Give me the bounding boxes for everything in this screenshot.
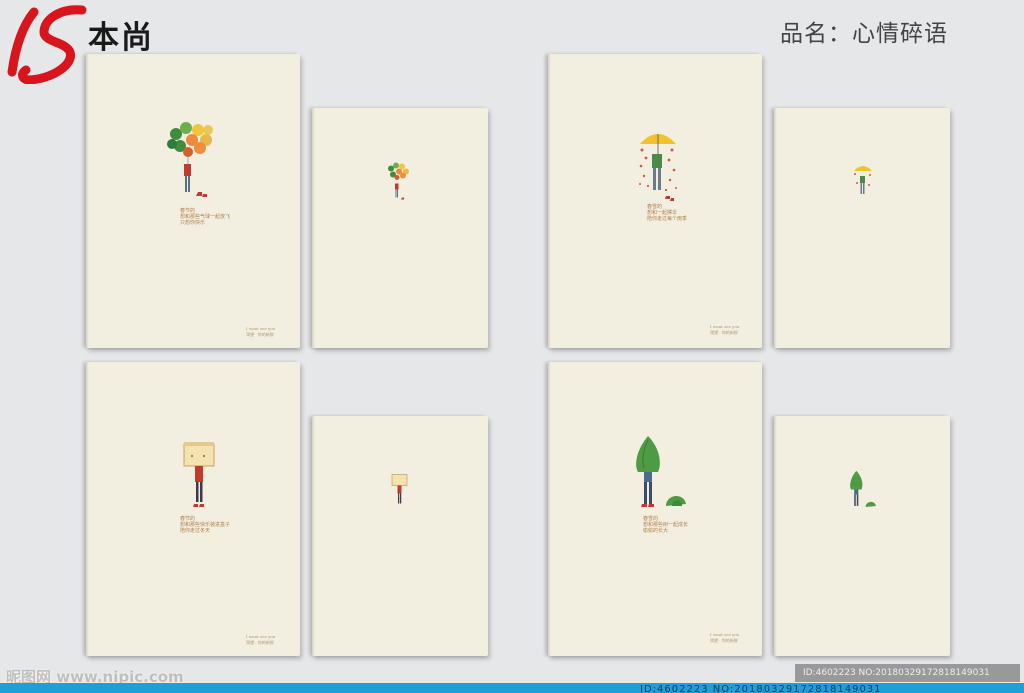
- caption-text: 春雪的 想和那些树一起成长 偷偷的长大: [643, 516, 689, 534]
- footer-text: I want see you 渴望 · 你的新鲜: [710, 632, 740, 643]
- caption-text: 春节的 想和那些快乐装进盒子 陪你走过冬天: [180, 516, 231, 534]
- notebook-umbrella-large: 春雪的 想和一起撑伞 陪你走过每个雨季 I want see you 渴望 · …: [548, 54, 762, 348]
- tree-boy-illustration: [850, 470, 876, 508]
- box-head-illustration: [183, 442, 215, 507]
- caption-text: 春雪的 想和一起撑伞 陪你走过每个雨季: [647, 204, 688, 222]
- notebook-box-small: [312, 416, 488, 656]
- footer-text: I want see you 渴望 · 你的新鲜: [246, 634, 276, 645]
- box-head-illustration: [391, 474, 408, 504]
- caption-text: 春节的 想和那些气球一起放飞 只想你快乐: [180, 208, 231, 226]
- umbrella-boy-illustration: [854, 166, 872, 194]
- notebook-box-large: 春节的 想和那些快乐装进盒子 陪你走过冬天 I want see you 渴望 …: [86, 362, 300, 656]
- notebook-balloons-large: 春节的 想和那些气球一起放飞 只想你快乐 I want see you 渴望 ·…: [86, 54, 300, 348]
- notebook-umbrella-small: [774, 108, 950, 348]
- balloon-girl-illustration: [388, 162, 409, 200]
- brand-name: 本尚: [88, 20, 154, 56]
- image-id-label: ID:4602223 NO:20180329172818149031: [795, 664, 1020, 682]
- balloon-girl-illustration: [167, 122, 213, 197]
- notebook-balloons-small: [312, 108, 488, 348]
- bottom-strip-text: ID:4602223 NO:20180329172818149031: [640, 684, 882, 693]
- footer-text: I want see you 渴望 · 你的新鲜: [246, 326, 276, 337]
- footer-text: I want see you 渴望 · 你的新鲜: [710, 324, 740, 335]
- tree-boy-illustration: [636, 436, 686, 507]
- notebook-tree-small: [774, 416, 950, 656]
- notebook-tree-large: 春雪的 想和那些树一起成长 偷偷的长大 I want see you 渴望 · …: [548, 362, 762, 656]
- product-name: 品名：心情碎语: [780, 21, 948, 47]
- umbrella-boy-illustration: [639, 134, 677, 201]
